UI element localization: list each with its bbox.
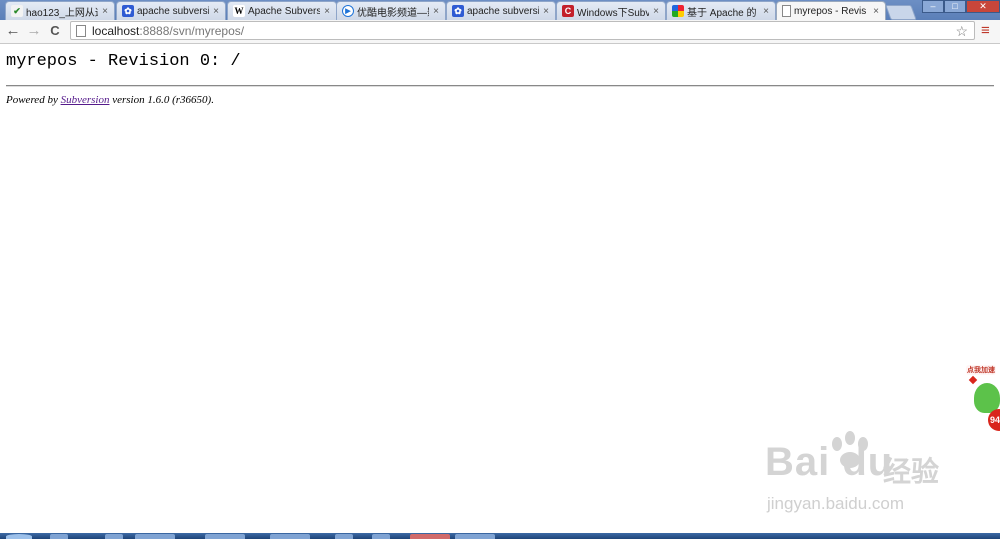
page-title: myrepos - Revision 0: / <box>6 52 241 71</box>
baidu-paw-icon: ✿ <box>122 5 134 17</box>
tab-close-icon[interactable]: × <box>541 6 551 17</box>
taskbar-item[interactable] <box>135 534 175 539</box>
taskbar-item[interactable] <box>105 534 123 539</box>
tab-apache-subversion-wiki[interactable]: W Apache Subvers × <box>227 1 337 20</box>
cnblogs-icon: C <box>562 5 574 17</box>
tab-close-icon[interactable]: × <box>322 6 332 17</box>
taskbar-item[interactable] <box>410 534 450 539</box>
tab-windows-subversion[interactable]: C Windows下Subv × <box>556 1 666 20</box>
tab-hao123[interactable]: ✔ hao123_上网从这 × <box>5 1 115 20</box>
page-icon <box>782 5 791 17</box>
subversion-link[interactable]: Subversion <box>61 94 110 106</box>
taskbar-item[interactable] <box>270 534 310 539</box>
reload-button[interactable]: C <box>46 22 64 40</box>
maximize-button[interactable]: □ <box>944 0 966 13</box>
windows-taskbar <box>0 533 1000 539</box>
tab-apache-based[interactable]: 基于 Apache 的 × <box>666 1 776 20</box>
page-content: myrepos - Revision 0: / Powered by Subve… <box>0 44 1000 534</box>
tab-title: Apache Subvers <box>248 5 320 17</box>
baidu-paw-icon: ✿ <box>452 5 464 17</box>
tab-title: 优酷电影频道—影 <box>357 7 429 19</box>
tab-close-icon[interactable]: × <box>211 6 221 17</box>
menu-button[interactable]: ≡ <box>981 23 990 38</box>
tab-title: 基于 Apache 的 <box>687 7 757 19</box>
tab-title: myrepos - Revis <box>794 5 867 17</box>
taskbar-item[interactable] <box>335 534 353 539</box>
tab-title: apache subversi <box>467 5 539 17</box>
address-path: :8888/svn/myrepos/ <box>139 23 245 38</box>
tab-title: Windows下Subv <box>577 7 649 19</box>
forward-button[interactable]: → <box>25 22 43 40</box>
watermark-logo: Bai du <box>765 440 894 484</box>
tab-myrepos[interactable]: myrepos - Revis × <box>776 1 886 20</box>
back-button[interactable]: ← <box>4 22 22 40</box>
speed-up-widget[interactable]: 点我加速 94 <box>962 365 1000 440</box>
tab-strip: ✔ hao123_上网从这 × ✿ apache subversi × W Ap… <box>0 0 1000 20</box>
bookmark-star-icon[interactable]: ☆ <box>955 23 968 40</box>
hao123-icon: ✔ <box>11 5 23 17</box>
start-button[interactable] <box>6 534 32 539</box>
tab-title: apache subversi <box>137 5 209 17</box>
browser-toolbar: ← → C localhost:8888/svn/myrepos/ ☆ ≡ <box>0 20 1000 44</box>
address-host: localhost <box>92 23 140 38</box>
multicolor-grid-icon <box>672 5 684 17</box>
powered-by-footer: Powered by Subversion version 1.6.0 (r36… <box>6 94 214 106</box>
tab-close-icon[interactable]: × <box>761 6 771 17</box>
powered-suffix: version 1.6.0 (r36650). <box>109 94 214 106</box>
minimize-button[interactable]: ‒ <box>922 0 944 13</box>
wikipedia-icon: W <box>233 5 245 17</box>
taskbar-item[interactable] <box>455 534 495 539</box>
speed-badge: 94 <box>988 409 1000 431</box>
window-controls: ‒ □ ✕ <box>922 0 1000 14</box>
watermark-chinese: 经验 <box>883 456 940 487</box>
taskbar-item[interactable] <box>50 534 68 539</box>
tab-close-icon[interactable]: × <box>651 6 661 17</box>
red-diamond-icon <box>968 375 978 385</box>
powered-prefix: Powered by <box>6 94 61 106</box>
tab-close-icon[interactable]: × <box>100 6 110 17</box>
horizontal-rule <box>6 85 994 87</box>
taskbar-item[interactable] <box>205 534 245 539</box>
taskbar-item[interactable] <box>372 534 390 539</box>
speed-up-label: 点我加速 <box>966 365 996 375</box>
new-tab-button[interactable] <box>885 5 917 20</box>
page-icon <box>76 24 86 37</box>
youku-play-icon: ▶ <box>342 5 354 17</box>
address-bar[interactable]: localhost:8888/svn/myrepos/ ☆ <box>70 21 975 40</box>
tab-close-icon[interactable]: × <box>431 6 441 17</box>
close-window-button[interactable]: ✕ <box>966 0 1000 13</box>
tab-title: hao123_上网从这 <box>26 7 98 19</box>
tab-apache-subversion-2[interactable]: ✿ apache subversi × <box>446 1 556 20</box>
watermark-url: jingyan.baidu.com <box>767 494 905 513</box>
baidu-jingyan-watermark: Bai du 经验 jingyan.baidu.com <box>765 430 955 520</box>
tab-apache-subversion-1[interactable]: ✿ apache subversi × <box>116 1 226 20</box>
tab-youku[interactable]: ▶ 优酷电影频道—影 × <box>336 1 446 20</box>
tab-close-icon[interactable]: × <box>871 6 881 17</box>
